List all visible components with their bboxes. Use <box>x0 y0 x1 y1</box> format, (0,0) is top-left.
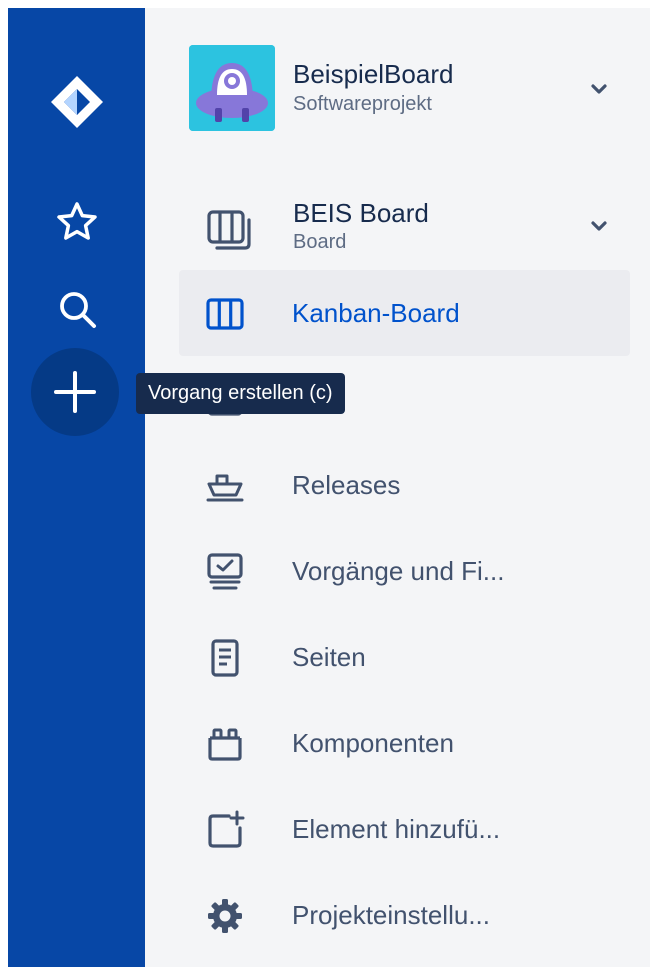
sidebar-item-label: Element hinzufü... <box>292 814 501 844</box>
board-icon <box>207 210 251 250</box>
sidebar-item-issues-filters[interactable]: Vorgänge und Fi... <box>179 528 630 614</box>
sidebar-item-releases[interactable]: Releases <box>179 442 630 528</box>
project-header[interactable]: BeispielBoard Softwareprojekt <box>189 45 609 133</box>
sidebar-item-kanban-board[interactable]: Kanban-Board <box>179 270 630 356</box>
kanban-board-icon <box>206 298 244 330</box>
chevron-down-icon[interactable] <box>589 220 609 234</box>
settings-icon <box>208 899 242 933</box>
create-issue-button[interactable] <box>31 348 119 436</box>
issues-filters-icon <box>207 553 243 590</box>
project-sidebar: BeispielBoard Softwareprojekt BEIS Board… <box>145 8 650 967</box>
board-name: BEIS Board <box>293 198 429 228</box>
sidebar-item-label: Komponenten <box>292 728 454 758</box>
component-icon <box>208 728 242 761</box>
project-name: BeispielBoard <box>293 59 454 89</box>
plus-icon <box>54 371 96 413</box>
sidebar-item-add-item[interactable]: Element hinzufü... <box>179 786 630 872</box>
ship-icon <box>206 474 244 502</box>
sidebar-item-project-settings[interactable]: Projekteinstellu... <box>179 872 630 958</box>
search-icon[interactable] <box>8 287 145 331</box>
sidebar-item-label: Seiten <box>292 642 366 672</box>
sidebar-item-label: Projekteinstellu... <box>292 900 490 930</box>
sidebar-item-label: Kanban-Board <box>292 298 460 328</box>
sidebar-item-label: Vorgänge und Fi... <box>292 556 505 586</box>
star-icon[interactable] <box>8 200 145 244</box>
project-type: Softwareprojekt <box>293 93 432 115</box>
global-navigation <box>8 8 145 967</box>
sidebar-item-components[interactable]: Komponenten <box>179 700 630 786</box>
board-switcher[interactable]: BEIS Board Board <box>201 198 621 258</box>
create-issue-tooltip: Vorgang erstellen (c) <box>136 373 345 414</box>
robot-avatar-icon <box>189 45 275 131</box>
board-type: Board <box>293 231 347 253</box>
sidebar-item-pages[interactable]: Seiten <box>179 614 630 700</box>
jira-logo-icon[interactable] <box>8 72 145 132</box>
sidebar-item-label: Releases <box>292 470 401 500</box>
page-icon <box>211 639 239 677</box>
chevron-down-icon[interactable] <box>589 83 609 97</box>
add-item-icon <box>208 810 245 848</box>
